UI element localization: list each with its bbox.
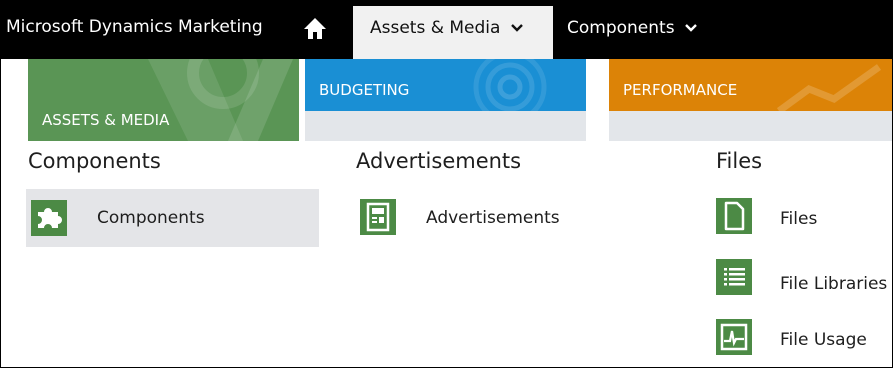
tile-performance[interactable]: PERFORMANCE (609, 59, 892, 111)
chart-icon (716, 319, 752, 355)
tile-budgeting-shadow (305, 111, 586, 141)
menu-item-components-label: Components (97, 208, 205, 228)
menu-item-file-libraries-label: File Libraries (780, 274, 888, 294)
nav-tab-assets-media[interactable]: Assets & Media (353, 6, 553, 59)
chevron-down-icon (511, 24, 523, 32)
app-frame: Microsoft Dynamics Marketing Assets & Me… (0, 0, 893, 368)
nav-tab-components[interactable]: Components (567, 18, 697, 38)
menu-item-files[interactable]: Files (714, 189, 892, 247)
section-title-files: Files (716, 149, 763, 173)
menu-item-file-usage[interactable]: File Usage (714, 315, 892, 367)
tile-performance-label: PERFORMANCE (623, 81, 738, 99)
top-nav-bar: Microsoft Dynamics Marketing Assets & Me… (1, 1, 892, 59)
app-title[interactable]: Microsoft Dynamics Marketing (6, 17, 263, 37)
chevron-down-icon (685, 24, 697, 32)
menu-item-advertisements-label: Advertisements (426, 208, 560, 228)
menu-item-advertisements[interactable]: Advertisements (356, 189, 626, 247)
menu-item-components[interactable]: Components (26, 189, 319, 247)
list-icon (716, 259, 752, 295)
nav-tab-components-label: Components (567, 18, 675, 38)
nav-tab-assets-media-label: Assets & Media (370, 18, 501, 38)
advertisement-icon (360, 199, 396, 235)
tile-budgeting[interactable]: BUDGETING (305, 59, 586, 111)
menu-item-file-libraries[interactable]: File Libraries (714, 257, 892, 315)
tile-assets-media[interactable]: ASSETS & MEDIA (28, 59, 299, 141)
menu-item-file-usage-label: File Usage (780, 330, 867, 350)
section-title-advertisements: Advertisements (356, 149, 522, 173)
section-title-components: Components (28, 149, 161, 173)
menu-item-files-label: Files (780, 209, 818, 229)
tile-assets-media-label: ASSETS & MEDIA (42, 111, 170, 129)
tile-band: ASSETS & MEDIA BUDGETING PERFORMANCE (1, 59, 892, 141)
tile-budgeting-label: BUDGETING (319, 81, 410, 99)
home-icon[interactable] (303, 16, 327, 40)
tile-performance-shadow (609, 111, 892, 141)
file-icon (716, 198, 752, 234)
puzzle-icon (31, 200, 67, 236)
